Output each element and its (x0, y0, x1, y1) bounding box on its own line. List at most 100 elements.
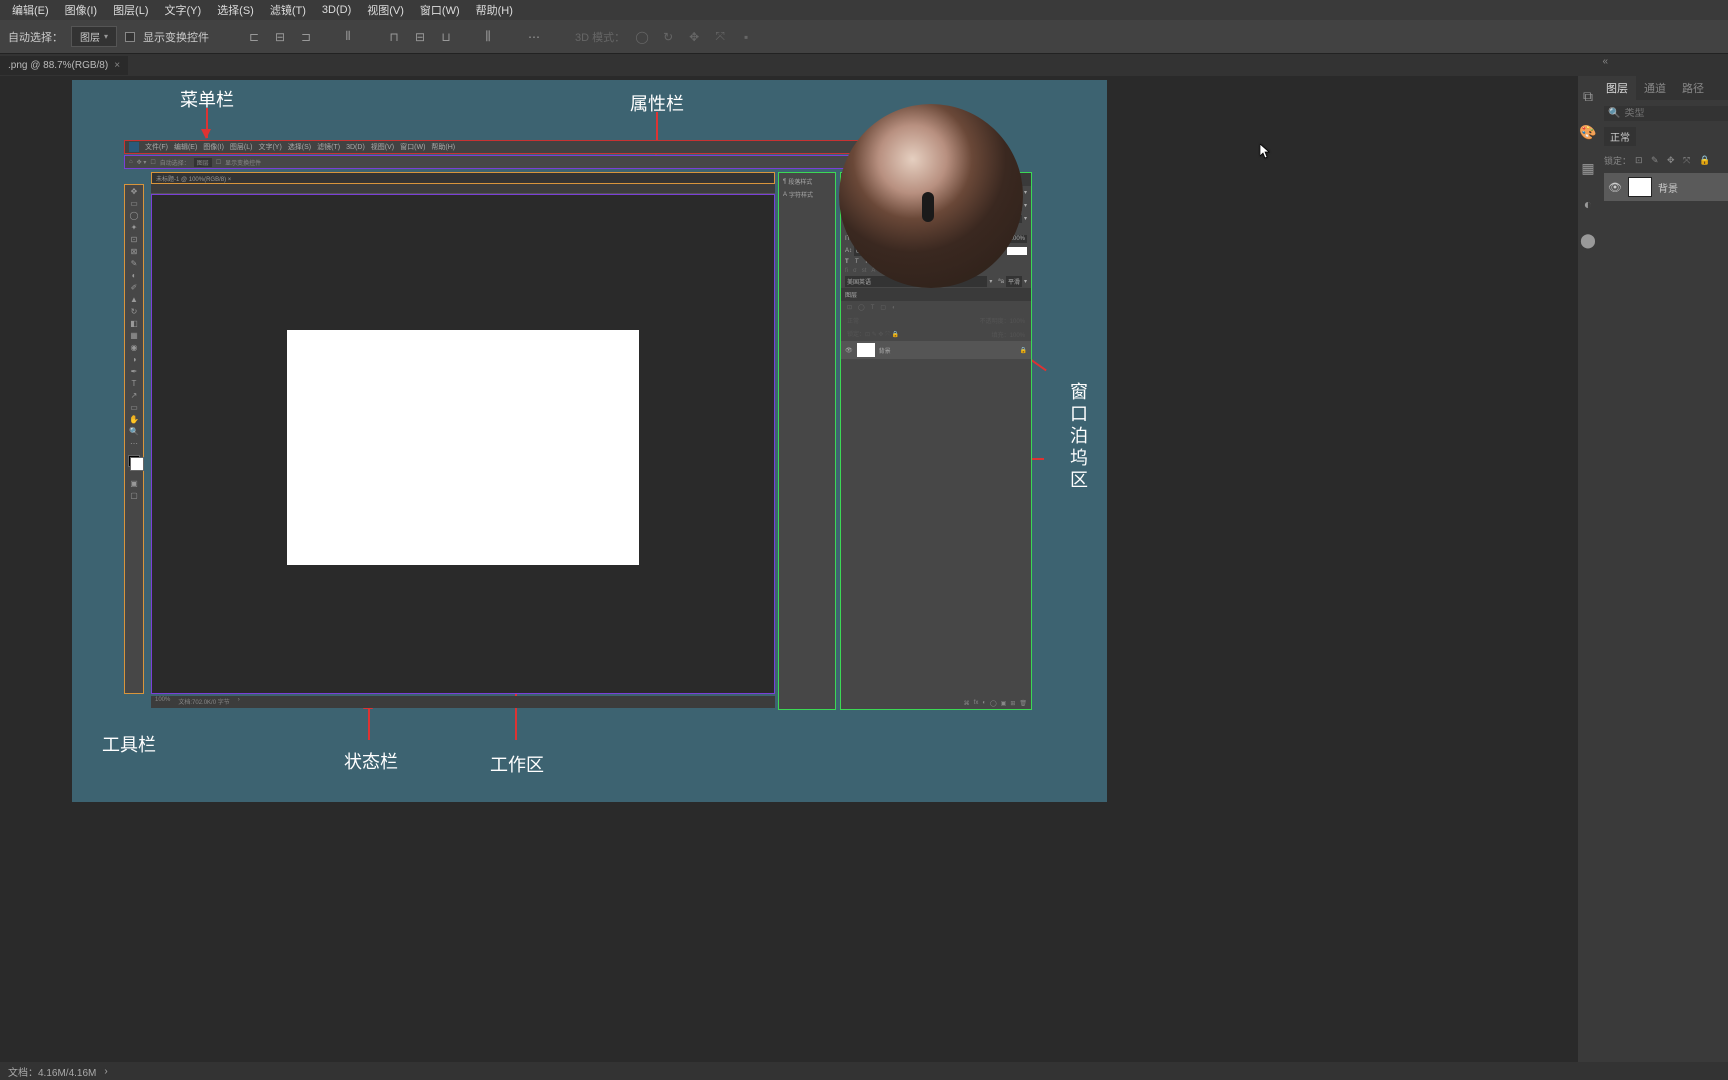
blur-tool-icon: ◉ (129, 343, 139, 353)
menu-select[interactable]: 选择(S) (209, 2, 262, 18)
menu-image[interactable]: 图像(I) (57, 2, 105, 18)
3d-zoom-icon: ▪ (737, 28, 755, 46)
type-tool-icon: T (129, 379, 139, 389)
heal-tool-icon: ◐ (129, 271, 139, 281)
inner-file-tab: 未标题-1 @ 100%(RGB/8) × (151, 172, 775, 184)
tab-layers[interactable]: 图层 (1598, 76, 1636, 100)
tab-paths[interactable]: 路径 (1674, 76, 1712, 100)
menu-3d[interactable]: 3D(D) (314, 4, 359, 16)
layer-name-label[interactable]: 背景 (1658, 180, 1678, 195)
auto-select-label: 自动选择： (8, 29, 63, 45)
visibility-eye-icon[interactable]: 👁 (1608, 181, 1622, 194)
move-tool-icon: ✥ (129, 187, 139, 197)
3d-pan-icon: ✥ (685, 28, 703, 46)
tab-channels[interactable]: 通道 (1636, 76, 1674, 100)
frame-tool-icon: ⊠ (129, 247, 139, 257)
properties-panel-icon[interactable]: ⬤ (1578, 230, 1598, 250)
status-doc-info[interactable]: 文档：4.16M/4.16M (8, 1064, 96, 1079)
stamp-tool-icon: ▲ (129, 295, 139, 305)
distribute-h-icon[interactable]: ⫴ (339, 28, 357, 46)
inner-canvas (287, 330, 639, 565)
blend-mode-select[interactable]: 正常 (1604, 127, 1636, 146)
menu-type[interactable]: 文字(Y) (157, 2, 210, 18)
marquee-tool-icon: ▭ (129, 199, 139, 209)
inner-app-logo (129, 142, 139, 152)
arrow-icon (206, 108, 208, 138)
adjustments-panel-icon[interactable]: ◐ (1578, 194, 1598, 214)
align-right-icon[interactable]: ⊐ (297, 28, 315, 46)
lock-all-icon[interactable]: ⊡ (1635, 155, 1647, 167)
document-tab[interactable]: .png @ 88.7%(RGB/8) × (0, 56, 128, 75)
document-tab-bar: .png @ 88.7%(RGB/8) × (0, 54, 1728, 76)
menu-window[interactable]: 窗口(W) (412, 2, 468, 18)
layer-filter-input[interactable] (1624, 108, 1728, 119)
history-panel-icon[interactable]: ⧉ (1578, 86, 1598, 106)
menu-bar: 编辑(E) 图像(I) 图层(L) 文字(Y) 选择(S) 滤镜(T) 3D(D… (0, 0, 1728, 20)
lock-pixels-icon[interactable]: ✎ (1651, 155, 1663, 167)
dodge-tool-icon: ◑ (129, 355, 139, 365)
annotation-tools: 工具栏 (102, 731, 156, 757)
inner-status-bar: 100% 文档:702.0K/0 字节 › (151, 696, 775, 708)
annotation-work-area: 工作区 (490, 751, 544, 777)
menu-layer[interactable]: 图层(L) (105, 2, 156, 18)
search-icon: 🔍 (1608, 108, 1620, 119)
eraser-tool-icon: ◧ (129, 319, 139, 329)
menu-help[interactable]: 帮助(H) (468, 2, 521, 18)
path-tool-icon: ↗ (129, 391, 139, 401)
layer-row[interactable]: 👁 背景 (1604, 173, 1728, 201)
zoom-tool-icon: 🔍 (129, 427, 139, 437)
inner-work-area (151, 194, 775, 694)
show-transform-label: 显示变换控件 (143, 29, 209, 45)
eyedropper-tool-icon: ✎ (129, 259, 139, 269)
align-top-icon[interactable]: ⊓ (385, 28, 403, 46)
collapse-panels-icon[interactable]: « (1602, 56, 1608, 67)
menu-view[interactable]: 视图(V) (359, 2, 412, 18)
lock-label: 锁定： (1604, 154, 1631, 167)
color-panel-icon[interactable]: 🎨 (1578, 122, 1598, 142)
crop-tool-icon: ⊡ (129, 235, 139, 245)
align-center-v-icon[interactable]: ⊟ (411, 28, 429, 46)
status-chevron-icon[interactable]: › (104, 1066, 107, 1077)
align-bottom-icon[interactable]: ⊔ (437, 28, 455, 46)
inner-tool-bar: ✥ ▭ ◯ ✦ ⊡ ⊠ ✎ ◐ ✐ ▲ ↻ ◧ ▦ ◉ ◑ ✒ T ↗ ▭ ✋ (124, 184, 144, 694)
canvas-area[interactable]: 菜单栏 属性栏 文件标签栏 工具栏 状态栏 工作区 扩展窗口区 窗口泊坞区 文件… (0, 76, 1578, 1062)
more-options-icon[interactable]: ⋯ (525, 28, 543, 46)
auto-select-dropdown[interactable]: 图层▾ (71, 26, 117, 47)
close-tab-icon[interactable]: × (114, 60, 120, 71)
mode-3d-label: 3D 模式： (575, 29, 625, 45)
lock-artboard-icon[interactable]: ⤧ (1683, 155, 1695, 167)
main-area: 菜单栏 属性栏 文件标签栏 工具栏 状态栏 工作区 扩展窗口区 窗口泊坞区 文件… (0, 76, 1728, 1062)
3d-roll-icon: ↻ (659, 28, 677, 46)
lasso-tool-icon: ◯ (129, 211, 139, 221)
brush-tool-icon: ✐ (129, 283, 139, 293)
shape-tool-icon: ▭ (129, 403, 139, 413)
gradient-tool-icon: ▦ (129, 331, 139, 341)
pen-tool-icon: ✒ (129, 367, 139, 377)
history-brush-icon: ↻ (129, 307, 139, 317)
panel-tabs: 图层 通道 路径 (1598, 76, 1728, 100)
show-transform-checkbox[interactable] (125, 32, 135, 42)
inner-extension-dock: ¶段落样式 A字符样式 (778, 172, 836, 710)
right-panel-group: ⧉ 🎨 ▦ ◐ ⬤ 图层 通道 路径 🔍 ▬ ◐ 正常 不透 (1578, 76, 1728, 1062)
color-swatch-icon (128, 455, 140, 467)
lock-position-icon[interactable]: ✥ (1667, 155, 1679, 167)
annotation-status: 状态栏 (344, 748, 398, 774)
wand-tool-icon: ✦ (129, 223, 139, 233)
annotation-dock-area: 窗口泊坞区 (1065, 382, 1091, 492)
align-left-icon[interactable]: ⊏ (245, 28, 263, 46)
layers-panel: 图层 通道 路径 🔍 ▬ ◐ 正常 不透 锁定： ⊡ ✎ (1598, 76, 1728, 1062)
distribute-v-icon[interactable]: ⫼ (479, 28, 497, 46)
document-tab-title: .png @ 88.7%(RGB/8) (8, 60, 108, 71)
menu-edit[interactable]: 编辑(E) (4, 2, 57, 18)
lock-icon[interactable]: 🔒 (1699, 155, 1711, 167)
menu-filter[interactable]: 滤镜(T) (262, 2, 314, 18)
options-bar: 自动选择： 图层▾ 显示变换控件 ⊏ ⊟ ⊐ ⫴ ⊓ ⊟ ⊔ ⫼ ⋯ 3D 模式… (0, 20, 1728, 54)
layer-filter-row: 🔍 ▬ ◐ (1604, 106, 1728, 121)
quickmask-icon: ▣ (129, 479, 139, 489)
layer-thumbnail[interactable] (1628, 177, 1652, 197)
align-center-h-icon[interactable]: ⊟ (271, 28, 289, 46)
swatches-panel-icon[interactable]: ▦ (1578, 158, 1598, 178)
inner-ruler (151, 184, 775, 194)
webcam-overlay (839, 104, 1023, 288)
screen-mode-icon: ▢ (129, 491, 139, 501)
